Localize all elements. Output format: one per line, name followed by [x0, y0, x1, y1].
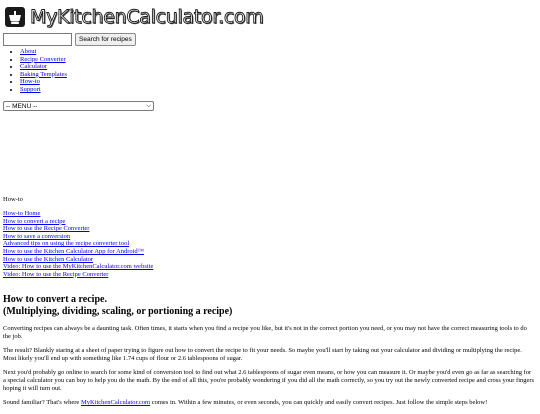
menu-dropdown-value: -- MENU --: [6, 102, 38, 110]
nav-link-how-to[interactable]: How-to: [20, 78, 40, 85]
nav-link-recipe-converter[interactable]: Recipe Converter: [20, 56, 66, 63]
site-link[interactable]: MyKitchenCalculator.com: [81, 399, 150, 406]
site-logo[interactable]: MyKitchenCalculator.com: [4, 6, 264, 28]
howto-link-video-recipe-converter[interactable]: Video: How to use the Recipe Converter: [3, 271, 153, 279]
menu-dropdown[interactable]: -- MENU -- ⌵: [3, 101, 154, 111]
nav-link-about[interactable]: About: [20, 48, 36, 55]
article-title-line-1: How to convert a recipe.: [3, 294, 107, 305]
nav-link-calculator[interactable]: Calculator: [20, 63, 47, 70]
site-logo-text: MyKitchenCalculator.com: [30, 6, 265, 29]
nav-item-baking-templates: Baking Templates: [20, 71, 67, 79]
article-paragraph: Next you'd probably go online to search …: [3, 369, 535, 392]
chevron-down-icon: ⌵: [146, 102, 151, 109]
nav-item-calculator: Calculator: [20, 63, 67, 71]
nav-item-about: About: [20, 48, 67, 56]
howto-link-use-recipe-converter[interactable]: How to use the Recipe Converter: [3, 225, 153, 233]
article-text: comes in. Within a few minutes, or even …: [150, 399, 488, 407]
nav-item-support: Support: [20, 86, 67, 94]
howto-link-advanced-tips[interactable]: Advanced tips on using the recipe conver…: [3, 240, 153, 248]
howto-link-kitchen-calculator[interactable]: How to use the Kitchen Calculator: [3, 256, 153, 264]
howto-link-video-website[interactable]: Video: How to use the MyKitchenCalculato…: [3, 263, 153, 271]
article-title-line-2: (Multiplying, dividing, scaling, or port…: [3, 306, 233, 317]
article-text: Sound familiar? That's where: [3, 399, 81, 407]
nav-item-recipe-converter: Recipe Converter: [20, 56, 67, 64]
search-recipes-button[interactable]: Search for recipes: [75, 33, 136, 46]
kitchen-scale-icon: [5, 7, 25, 27]
main-nav: About Recipe Converter Calculator Baking…: [20, 48, 67, 94]
article-paragraph: Sound familiar? That's where MyKitchenCa…: [3, 399, 535, 407]
howto-link-home[interactable]: How-to Home: [3, 210, 153, 218]
howto-link-list: How-to Home How to convert a recipe How …: [3, 210, 153, 278]
howto-section-title: How-to: [3, 196, 23, 203]
howto-link-save-conversion[interactable]: How to save a conversion: [3, 233, 153, 241]
article-paragraph: The result? Blankly staring at a sheet o…: [3, 347, 522, 362]
nav-link-support[interactable]: Support: [20, 86, 41, 93]
article-body: Converting recipes can always be a daunt…: [3, 325, 535, 414]
search-bar: Search for recipes: [3, 33, 136, 46]
nav-link-baking-templates[interactable]: Baking Templates: [20, 71, 67, 78]
article-paragraph: Converting recipes can always be a daunt…: [3, 325, 527, 340]
howto-link-android-app[interactable]: How to use the Kitchen Calculator App fo…: [3, 248, 153, 256]
search-input[interactable]: [3, 33, 72, 46]
article-title: How to convert a recipe. (Multiplying, d…: [3, 294, 232, 318]
howto-link-convert-recipe[interactable]: How to convert a recipe: [3, 218, 153, 226]
nav-item-how-to: How-to: [20, 78, 67, 86]
